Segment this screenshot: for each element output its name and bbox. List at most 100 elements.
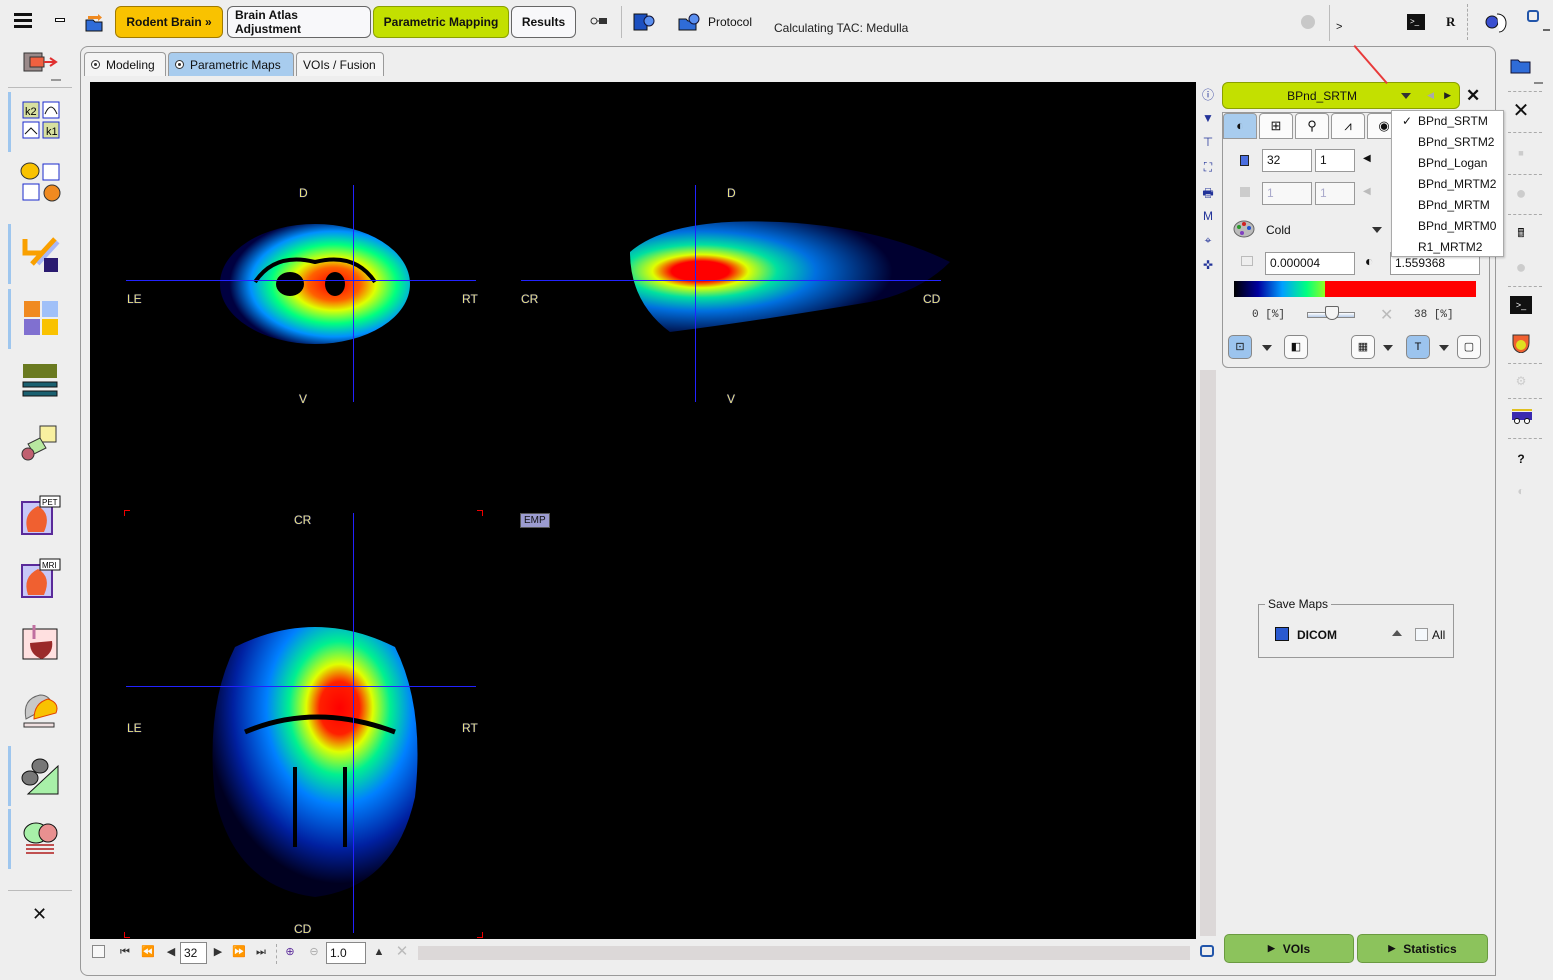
map-option[interactable]: BPnd_MRTM0 — [1392, 216, 1503, 237]
dropdown-arrow-icon[interactable] — [1401, 92, 1412, 99]
statistics-button[interactable]: ▶ Statistics — [1357, 934, 1488, 963]
text-overlay-button[interactable]: T — [1406, 335, 1430, 359]
console-prompt[interactable]: > — [1336, 21, 1342, 33]
help-icon[interactable]: ? — [1510, 448, 1532, 470]
layout-dropdown-icon[interactable]: ▼ — [1198, 111, 1218, 136]
contrast-auto-icon[interactable]: ◐ — [1365, 253, 1373, 269]
slice-number-input[interactable]: 32 — [180, 942, 207, 964]
grid-button[interactable]: ▦ — [1351, 335, 1375, 359]
tab-fusion[interactable]: ⚲ — [1295, 113, 1329, 139]
map-option[interactable]: ✓ BPnd_SRTM — [1392, 111, 1503, 132]
stop-icon[interactable] — [1301, 15, 1315, 29]
compartment-model-icon[interactable] — [20, 161, 62, 203]
mri-cardiac-icon[interactable]: MRI — [20, 557, 62, 599]
window-restore-icon[interactable] — [1527, 10, 1539, 22]
min-value-input[interactable]: 0.000004 — [1265, 252, 1355, 275]
kinetic-model-icon[interactable]: k2 k1 — [20, 99, 62, 141]
step-brain-atlas-adjustment[interactable]: Brain Atlas Adjustment — [227, 6, 371, 38]
map-option[interactable]: BPnd_SRTM2 — [1392, 132, 1503, 153]
gear-disabled-icon[interactable]: ⚙ — [1510, 370, 1532, 392]
toggle-disabled-icon[interactable]: ◐ — [1510, 480, 1532, 502]
capture-icon[interactable] — [1200, 945, 1214, 957]
text-overlay-dropdown-icon[interactable] — [1439, 345, 1449, 351]
step-parametric-mapping[interactable]: Parametric Mapping — [373, 6, 509, 38]
tab-modeling[interactable]: Modeling — [84, 52, 166, 76]
save-disabled-icon[interactable]: ▪ — [1510, 142, 1532, 164]
close-all-icon[interactable]: ✕ — [1510, 100, 1532, 122]
emp-badge[interactable]: EMP — [520, 513, 550, 528]
disabled-decrement-icon[interactable]: ◀ — [1363, 186, 1371, 197]
brain-atlas-icon[interactable] — [20, 756, 62, 798]
user-settings-icon[interactable] — [1483, 10, 1509, 34]
step-rodent-brain[interactable]: Rodent Brain » — [115, 6, 223, 38]
hierarchy-icon[interactable]: ⊤ — [1198, 135, 1218, 160]
close-map-button[interactable]: ✕ — [1466, 86, 1480, 106]
select-checkbox[interactable] — [92, 945, 105, 958]
fast-back-icon[interactable]: ⏪ — [140, 944, 156, 960]
colortable-label[interactable]: Cold — [1266, 223, 1291, 237]
parametric-map-selector[interactable]: BPnd_SRTM ◀ ▶ — [1222, 82, 1460, 109]
map-option[interactable]: BPnd_MRTM2 — [1392, 174, 1503, 195]
brain-head-icon[interactable] — [20, 689, 62, 731]
save-floppy-icon[interactable] — [1275, 627, 1289, 641]
map-option[interactable]: BPnd_Logan — [1392, 153, 1503, 174]
color-bar[interactable] — [1234, 281, 1476, 297]
transparency-button[interactable]: ◧ — [1284, 335, 1308, 359]
palette-icon[interactable] — [1233, 220, 1255, 238]
map-option[interactable]: BPnd_MRTM — [1392, 195, 1503, 216]
minimize-icon[interactable] — [55, 18, 65, 22]
zoom-factor-input[interactable]: 1.0 — [326, 942, 366, 964]
collapse-handle[interactable] — [51, 79, 61, 81]
pet-cardiac-icon[interactable]: PET — [20, 494, 62, 536]
slice-decrement-icon[interactable]: ◀ — [1363, 153, 1371, 164]
info-icon[interactable]: ⓘ — [1198, 86, 1218, 111]
rodent-brain-icon[interactable] — [20, 819, 62, 861]
tab-chart[interactable]: ⩘ — [1331, 113, 1365, 139]
overlay-mode-button[interactable]: ⊡ — [1228, 335, 1252, 359]
r-console-icon[interactable]: R — [1446, 14, 1455, 30]
terminal-icon[interactable]: >_ — [1407, 14, 1425, 30]
previous-map-icon[interactable]: ◀ — [1427, 90, 1434, 101]
zoom-in-icon[interactable]: ⊕ — [282, 944, 298, 960]
disabled-input-1[interactable]: 1 — [1262, 182, 1312, 205]
vois-button[interactable]: ▶ VOIs — [1224, 934, 1354, 963]
tab-contrast[interactable]: ◐ — [1223, 113, 1257, 139]
blob-disabled-icon[interactable]: ● — [1510, 256, 1532, 278]
heart-catheter-icon[interactable] — [20, 621, 62, 663]
tab-layout[interactable]: ⊞ — [1259, 113, 1293, 139]
slice-input[interactable]: 32 — [1262, 149, 1312, 172]
save-protocol-icon[interactable] — [633, 12, 655, 32]
reset-zoom-icon[interactable]: ✕ — [394, 944, 410, 960]
save-format-dropdown-icon[interactable] — [1392, 630, 1402, 636]
zoom-options-icon[interactable]: ▲ — [371, 944, 387, 960]
frame-input[interactable]: 1 — [1315, 149, 1355, 172]
first-slice-icon[interactable]: ⏮ — [117, 944, 133, 960]
terminal-icon[interactable]: >_ — [1510, 296, 1532, 314]
protocol-label[interactable]: Protocol — [708, 15, 752, 29]
panel-scrollbar[interactable] — [1200, 370, 1216, 936]
save-format-button[interactable]: DICOM — [1297, 628, 1337, 642]
overlay-mode-dropdown-icon[interactable] — [1262, 345, 1272, 351]
link-icon[interactable] — [589, 14, 609, 28]
open-folder-icon[interactable] — [1510, 56, 1532, 78]
puzzle-icon[interactable] — [20, 297, 62, 339]
crosshair-settings-icon[interactable]: ⌖ — [1198, 233, 1218, 258]
step-results[interactable]: Results — [511, 6, 576, 38]
minimize-icon[interactable] — [1534, 82, 1543, 84]
main-menu-icon[interactable] — [14, 13, 32, 31]
calculator-icon[interactable]: 🖩 — [1510, 222, 1532, 244]
exit-tool-icon[interactable] — [20, 48, 62, 78]
zoom-out-icon[interactable]: ⊖ — [306, 944, 322, 960]
fit-view-icon[interactable]: ⛶ — [1198, 160, 1218, 185]
crosshair-target-icon[interactable]: ✜ — [1198, 258, 1218, 283]
pipeline-icon[interactable] — [20, 234, 62, 276]
shield-icon[interactable] — [1510, 333, 1532, 355]
tab-vois-fusion[interactable]: VOIs / Fusion — [296, 52, 384, 76]
close-sidebar-icon[interactable]: ✕ — [32, 904, 47, 925]
3d-render-icon[interactable] — [20, 422, 62, 464]
print-icon[interactable]: 🖶 — [1198, 184, 1218, 209]
next-map-icon[interactable]: ▶ — [1444, 90, 1451, 101]
next-slice-icon[interactable]: ▶ — [210, 944, 226, 960]
contour-button[interactable]: ▢ — [1457, 335, 1481, 359]
tab-parametric-maps[interactable]: Parametric Maps — [168, 52, 294, 76]
